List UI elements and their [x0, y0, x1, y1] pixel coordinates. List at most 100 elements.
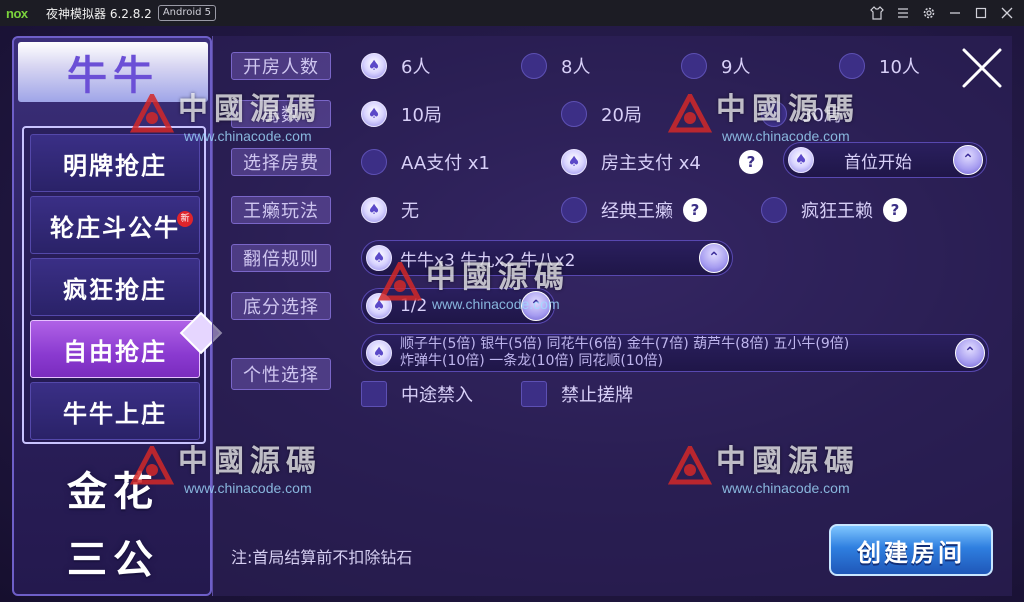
option-label: 疯狂王赖 — [801, 201, 873, 222]
close-window-icon[interactable] — [994, 0, 1020, 26]
mode-label: 疯狂抢庄 — [63, 275, 167, 304]
base-score-label: 底分选择 — [231, 292, 331, 320]
wild-option-none[interactable]: ♠ 无 — [361, 195, 419, 225]
wild-classic-help-icon[interactable]: ? — [683, 198, 707, 222]
option-label: 经典王癞 — [601, 201, 673, 222]
fee-label: 选择房费 — [231, 148, 331, 176]
niuniu-mode-list: 明牌抢庄 轮庄斗公牛 新 疯狂抢庄 自由抢庄 牛牛上庄 — [22, 126, 206, 444]
checkbox-label: 中途禁入 — [401, 385, 473, 406]
base-score-select[interactable]: ♠ 1/2 ⌃ — [361, 288, 555, 324]
checkbox-icon — [361, 381, 387, 407]
mode-fengkuang-qiangzhuang[interactable]: 疯狂抢庄 — [30, 258, 200, 316]
fee-option-aa[interactable]: AA支付 x1 — [361, 147, 490, 177]
radio-selected-icon: ♠ — [366, 340, 392, 366]
rounds-label: 局数 — [231, 100, 331, 128]
no-rub-card-checkbox[interactable]: 禁止搓牌 — [521, 379, 633, 409]
option-label: 房主支付 x4 — [601, 153, 701, 174]
android-version-badge: Android 5 — [157, 5, 217, 21]
option-label: 10人 — [879, 57, 920, 78]
option-label: 8人 — [561, 57, 591, 78]
chevron-up-icon[interactable]: ⌃ — [699, 243, 729, 273]
checkbox-label: 禁止搓牌 — [561, 385, 633, 406]
chevron-up-icon[interactable]: ⌃ — [955, 338, 985, 368]
personal-rule-line: 顺子牛(5倍) 银牛(5倍) 同花牛(6倍) 金牛(7倍) 葫芦牛(8倍) 五小… — [400, 336, 850, 352]
radio-selected-icon: ♠ — [361, 53, 387, 79]
players-label: 开房人数 — [231, 52, 331, 80]
option-label: 6人 — [401, 57, 431, 78]
personal-rule-text: 顺子牛(5倍) 银牛(5倍) 同花牛(6倍) 金牛(7倍) 葫芦牛(8倍) 五小… — [400, 336, 849, 370]
tab-jinhua-label: 金花 — [67, 468, 159, 515]
personal-label: 个性选择 — [231, 358, 331, 390]
skin-icon[interactable] — [864, 0, 890, 26]
window-title: 夜神模拟器 6.2.8.2 — [46, 6, 152, 21]
radio-selected-icon: ♠ — [361, 197, 387, 223]
maximize-icon[interactable] — [968, 0, 994, 26]
mode-mingpai-qiangzhuang[interactable]: 明牌抢庄 — [30, 134, 200, 192]
no-join-midway-checkbox[interactable]: 中途禁入 — [361, 379, 473, 409]
radio-icon — [521, 53, 547, 79]
players-option-8[interactable]: 8人 — [521, 51, 590, 81]
option-label: 10局 — [401, 105, 442, 126]
tab-niuniu-label: 牛牛 — [67, 52, 159, 99]
radio-selected-icon: ♠ — [788, 147, 814, 173]
tab-niuniu[interactable]: 牛牛 — [18, 42, 208, 102]
radio-icon — [561, 101, 587, 127]
double-label: 翻倍规则 — [231, 244, 331, 272]
mode-label: 牛牛上庄 — [63, 399, 167, 428]
tab-sangong-label: 三公 — [67, 536, 159, 583]
wild-label: 王癞玩法 — [231, 196, 331, 224]
fee-help-icon[interactable]: ? — [739, 150, 763, 174]
start-order-select[interactable]: ♠ 首位开始 ⌃ — [783, 142, 987, 178]
checkbox-icon — [521, 381, 547, 407]
game-screen: 牛牛 明牌抢庄 轮庄斗公牛 新 疯狂抢庄 自由抢庄 牛牛上庄 金花 三公 开房人… — [0, 26, 1024, 602]
mode-label: 轮庄斗公牛 — [50, 213, 180, 242]
mode-niuniu-shangzhuang[interactable]: 牛牛上庄 — [30, 382, 200, 440]
chevron-up-icon[interactable]: ⌃ — [521, 291, 551, 321]
rounds-option-10[interactable]: ♠ 10局 — [361, 99, 442, 129]
double-rule-select[interactable]: ♠ 牛牛x3 牛九x2 牛八x2 ⌃ — [361, 240, 733, 276]
personal-rule-line: 炸弹牛(10倍) 一条龙(10倍) 同花顺(10倍) — [400, 353, 664, 369]
option-label: 30局 — [801, 105, 842, 126]
start-order-value: 首位开始 — [844, 152, 912, 173]
option-label: 无 — [401, 201, 419, 222]
tab-jinhua[interactable]: 金花 — [18, 458, 208, 518]
players-option-9[interactable]: 9人 — [681, 51, 750, 81]
nox-logo: nox — [6, 5, 28, 21]
radio-icon — [561, 197, 587, 223]
radio-selected-icon: ♠ — [366, 245, 392, 271]
mode-ziyou-qiangzhuang[interactable]: 自由抢庄 — [30, 320, 200, 378]
title-bar: nox 夜神模拟器 6.2.8.2 Android 5 — [0, 0, 1024, 26]
mode-label: 明牌抢庄 — [63, 151, 167, 180]
mode-lunzhuang-dougongniu[interactable]: 轮庄斗公牛 新 — [30, 196, 200, 254]
radio-icon — [361, 149, 387, 175]
chevron-up-icon[interactable]: ⌃ — [953, 145, 983, 175]
players-option-10[interactable]: 10人 — [839, 51, 920, 81]
settings-gear-icon[interactable] — [916, 0, 942, 26]
menu-icon[interactable] — [890, 0, 916, 26]
radio-selected-icon: ♠ — [561, 149, 587, 175]
wild-crazy-help-icon[interactable]: ? — [883, 198, 907, 222]
tab-sangong[interactable]: 三公 — [18, 526, 208, 586]
radio-icon — [839, 53, 865, 79]
players-option-6[interactable]: ♠ 6人 — [361, 51, 430, 81]
option-label: 20局 — [601, 105, 642, 126]
wild-option-classic[interactable]: 经典王癞 ? — [561, 195, 707, 225]
radio-selected-icon: ♠ — [361, 101, 387, 127]
close-panel-icon[interactable] — [960, 46, 1004, 90]
personal-rule-select[interactable]: ♠ 顺子牛(5倍) 银牛(5倍) 同花牛(6倍) 金牛(7倍) 葫芦牛(8倍) … — [361, 334, 989, 372]
rounds-option-20[interactable]: 20局 — [561, 99, 642, 129]
create-room-button[interactable]: 创建房间 — [829, 524, 993, 576]
game-type-nav: 牛牛 明牌抢庄 轮庄斗公牛 新 疯狂抢庄 自由抢庄 牛牛上庄 金花 三公 — [12, 36, 212, 596]
minimize-icon[interactable] — [942, 0, 968, 26]
radio-icon — [681, 53, 707, 79]
fee-option-owner[interactable]: ♠ 房主支付 x4 — [561, 147, 701, 177]
wild-option-crazy[interactable]: 疯狂王赖 ? — [761, 195, 907, 225]
radio-icon — [761, 197, 787, 223]
mode-label: 自由抢庄 — [63, 337, 167, 366]
diamond-note: 注:首局结算前不扣除钻石 — [231, 548, 413, 567]
new-badge: 新 — [177, 211, 193, 227]
window-controls — [864, 0, 1020, 26]
radio-selected-icon: ♠ — [366, 293, 392, 319]
base-score-value: 1/2 — [400, 296, 428, 316]
rounds-option-30[interactable]: 30局 — [761, 99, 842, 129]
